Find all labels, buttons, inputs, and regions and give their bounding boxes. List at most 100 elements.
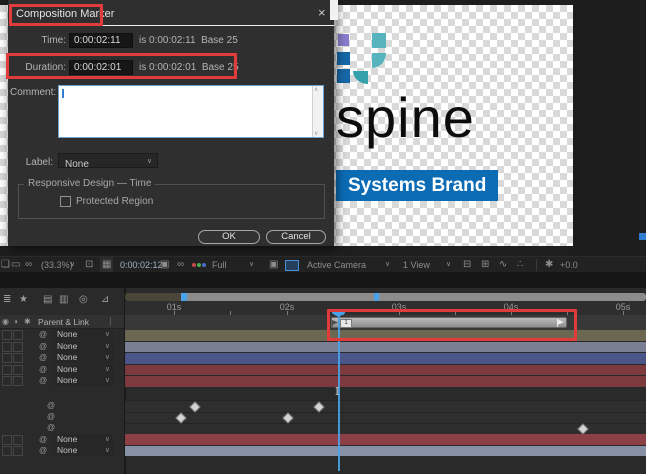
- resolution-dropdown[interactable]: Full: [212, 257, 227, 273]
- roi-icon[interactable]: ⊡: [85, 257, 93, 273]
- exposure-value[interactable]: +0.0: [560, 257, 578, 273]
- graph-editor-icon[interactable]: ⊿: [101, 294, 109, 305]
- layer-row[interactable]: @ None∨: [0, 341, 124, 352]
- camera-view-dropdown[interactable]: Active Camera: [307, 257, 366, 273]
- parent-dropdown[interactable]: None∨: [52, 352, 113, 363]
- comp-flowchart-icon[interactable]: ≣: [3, 294, 11, 305]
- layer-bar[interactable]: [125, 434, 646, 445]
- goggles-icon[interactable]: ∞: [25, 257, 32, 273]
- exposure-gear-icon[interactable]: ✱: [545, 257, 553, 273]
- marker-number-label: 1: [340, 319, 352, 328]
- navigator-bar[interactable]: [187, 293, 646, 301]
- monitor-icon[interactable]: ▭: [11, 257, 20, 273]
- parent-link-header[interactable]: Parent & Link: [38, 317, 89, 327]
- layer-row[interactable]: @ None∨: [0, 352, 124, 363]
- logo-square-purple: [338, 34, 349, 46]
- layer-row[interactable]: @ None∨: [0, 434, 124, 445]
- time-label: Time:: [10, 35, 66, 46]
- toolbar-separator: [536, 259, 537, 271]
- layer-bar[interactable]: [125, 376, 646, 387]
- layer-row[interactable]: @ None∨: [0, 445, 124, 456]
- viewport-resize-handle[interactable]: [639, 233, 646, 240]
- ok-button[interactable]: OK: [198, 230, 260, 244]
- comment-label: Comment:: [10, 87, 56, 98]
- pickwhip-icon[interactable]: @: [39, 434, 47, 445]
- zoom-level-dropdown[interactable]: (33.3%): [41, 257, 73, 273]
- parent-dropdown[interactable]: None∨: [52, 434, 113, 445]
- shy-layers-icon[interactable]: ▤: [43, 294, 52, 305]
- pickwhip-icon[interactable]: @: [47, 411, 55, 422]
- layer-bar[interactable]: [125, 330, 646, 341]
- transparency-grid-icon[interactable]: ▦: [100, 257, 113, 273]
- column-separator[interactable]: [110, 317, 111, 326]
- property-row[interactable]: @: [0, 422, 124, 433]
- pickwhip-icon[interactable]: @: [47, 400, 55, 411]
- motion-blur-icon[interactable]: ◎: [79, 294, 88, 305]
- textarea-scrollbar[interactable]: ∧ ∨: [312, 86, 323, 137]
- time-navigator[interactable]: [125, 293, 646, 301]
- brand-banner: Systems Brand: [336, 170, 498, 201]
- protected-region-checkbox[interactable]: [60, 196, 71, 207]
- parent-dropdown[interactable]: None∨: [52, 375, 113, 386]
- view-layout-dropdown[interactable]: 1 View: [403, 257, 430, 273]
- composition-toolbar: ❏ ▭ ∞ (33.3%) ∨ ⊡ ▦ 0:00:02:12 ▣ ∞ Full …: [0, 256, 646, 273]
- eye-icon[interactable]: ◉: [2, 317, 9, 326]
- logo-wordmark: spine: [336, 90, 475, 146]
- layer-bar[interactable]: [125, 353, 646, 364]
- solo-icon[interactable]: ✱: [24, 317, 31, 326]
- protected-region-label: Protected Region: [76, 196, 153, 207]
- logo-square-blue2: [337, 69, 350, 83]
- flowchart-icon[interactable]: ∴: [517, 257, 523, 273]
- draft-3d-icon[interactable]: ★: [19, 294, 28, 305]
- grid-guides-icon[interactable]: ⊞: [481, 257, 489, 273]
- chevron-down-icon[interactable]: ∨: [249, 257, 254, 273]
- duration-info: is 0:00:02:01 Base 25: [139, 62, 239, 73]
- property-row[interactable]: @: [0, 411, 124, 422]
- region-icon[interactable]: ▣: [269, 257, 278, 273]
- scroll-up-icon[interactable]: ∧: [314, 86, 318, 93]
- navigator-marker[interactable]: [374, 293, 379, 301]
- composition-marker-bar[interactable]: 1: [331, 317, 567, 328]
- layer-row[interactable]: @ None∨: [0, 375, 124, 386]
- time-ruler[interactable]: 01s 02s 03s 04s 05s: [125, 301, 646, 316]
- label-dropdown[interactable]: None ∨: [58, 153, 158, 168]
- logo-square-teal1: [372, 33, 386, 48]
- layer-bar[interactable]: [125, 446, 646, 457]
- timeline-panel: ≣ ★ ▤ ▥ ◎ ⊿ ◉ ◑ ✱ Parent & Link @ None∨ …: [0, 288, 646, 474]
- toggle-mask-icon[interactable]: [285, 260, 299, 271]
- timeline-graph-icon[interactable]: ∿: [499, 257, 507, 273]
- pickwhip-icon[interactable]: @: [39, 364, 47, 375]
- pickwhip-icon[interactable]: @: [39, 352, 47, 363]
- scroll-down-icon[interactable]: ∨: [314, 130, 318, 137]
- audio-icon[interactable]: ◑: [13, 317, 18, 326]
- composition-panel-right: [573, 0, 646, 256]
- property-track-area: [125, 400, 646, 435]
- channels-icon[interactable]: [192, 257, 208, 273]
- time-input[interactable]: 0:00:02:11: [69, 33, 133, 48]
- pixel-aspect-icon[interactable]: ⊟: [463, 257, 471, 273]
- snapshot-camera-icon[interactable]: ▣: [160, 257, 169, 273]
- pickwhip-icon[interactable]: @: [39, 445, 47, 456]
- duration-input[interactable]: 0:00:02:01: [69, 60, 133, 75]
- fast-preview-icon[interactable]: ∞: [177, 257, 184, 273]
- pickwhip-icon[interactable]: @: [47, 422, 55, 433]
- chevron-down-icon[interactable]: ∨: [446, 257, 451, 273]
- chevron-down-icon[interactable]: ∨: [385, 257, 390, 273]
- layer-row[interactable]: @ None∨: [0, 364, 124, 375]
- chevron-down-icon: ∨: [147, 157, 152, 165]
- close-icon[interactable]: ×: [318, 5, 326, 20]
- frame-blend-icon[interactable]: ▥: [59, 294, 68, 305]
- layers-icon[interactable]: ❏: [1, 257, 10, 273]
- property-row[interactable]: @: [0, 400, 124, 411]
- timecode-display[interactable]: 0:00:02:12: [120, 257, 163, 273]
- pickwhip-icon[interactable]: @: [39, 375, 47, 386]
- parent-dropdown[interactable]: None∨: [52, 364, 113, 375]
- pickwhip-icon[interactable]: @: [39, 341, 47, 352]
- parent-dropdown[interactable]: None∨: [52, 341, 113, 352]
- cancel-button[interactable]: Cancel: [266, 230, 326, 244]
- layer-bar[interactable]: [125, 342, 646, 353]
- chevron-down-icon[interactable]: ∨: [70, 257, 75, 273]
- layer-bar[interactable]: [125, 365, 646, 376]
- parent-dropdown[interactable]: None∨: [52, 445, 113, 456]
- comment-textarea[interactable]: ∧ ∨: [58, 85, 324, 138]
